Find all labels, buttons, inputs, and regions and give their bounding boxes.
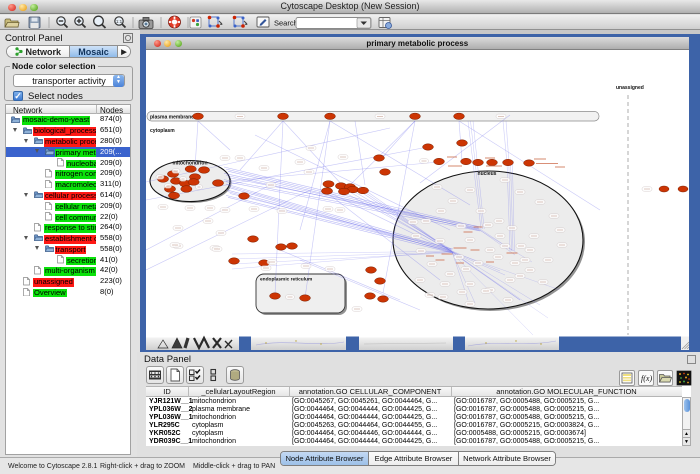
svg-text:nucleus: nucleus xyxy=(477,171,496,177)
svg-text:cytoplasm: cytoplasm xyxy=(150,128,175,134)
svg-text:1:1: 1:1 xyxy=(116,19,123,24)
svg-text:endoplasmic reticulum: endoplasmic reticulum xyxy=(260,277,312,283)
svg-text:unassigned: unassigned xyxy=(616,85,644,91)
svg-text:plasma membrane: plasma membrane xyxy=(150,115,194,121)
svg-text:f(x): f(x) xyxy=(641,374,652,383)
